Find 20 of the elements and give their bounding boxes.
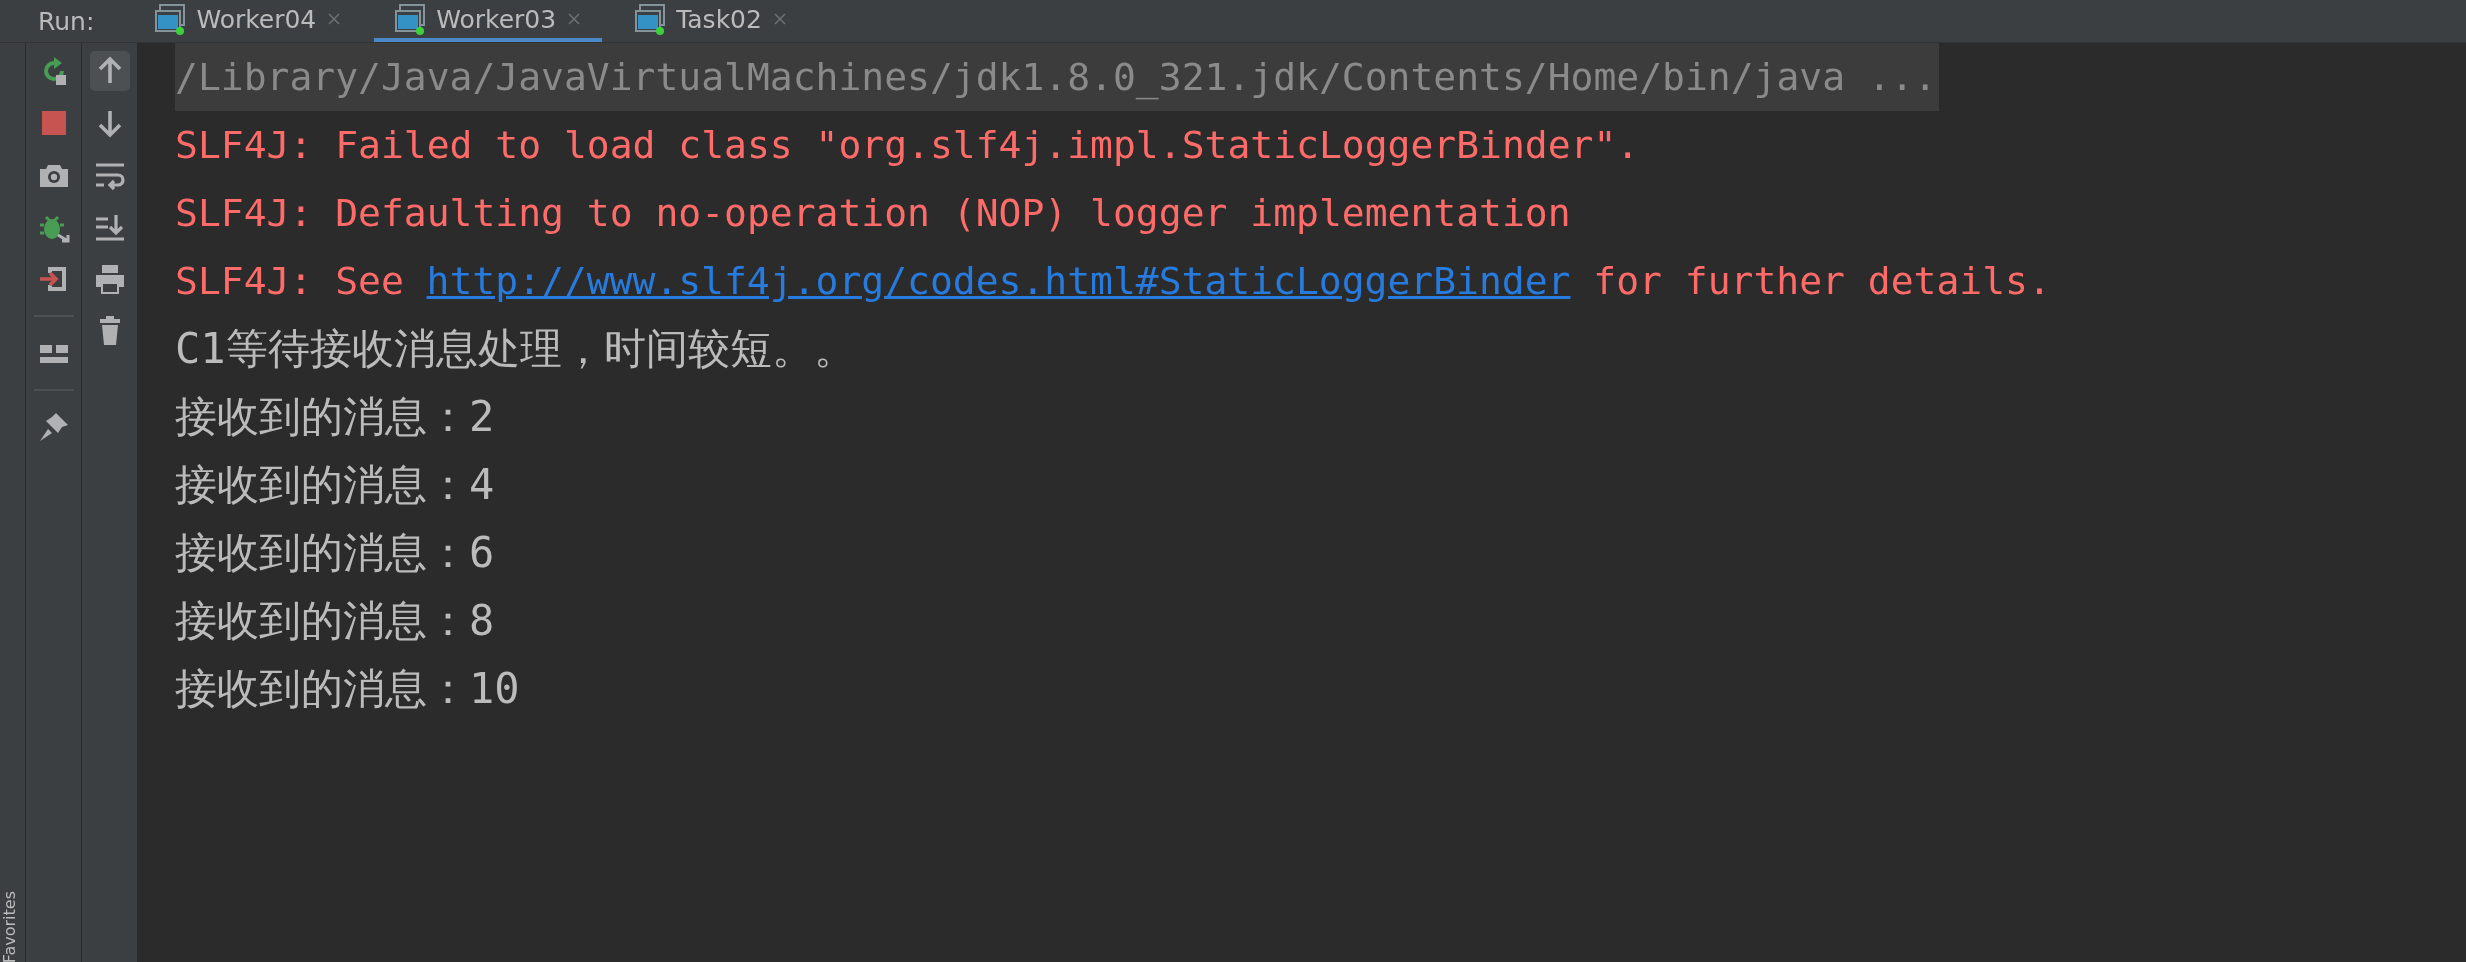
console-text: for further details.	[1593, 259, 2051, 303]
pin-icon[interactable]	[37, 411, 70, 443]
console-text: SLF4J: Defaulting to no-operation (NOP) logger implementation	[175, 191, 1571, 235]
print-icon[interactable]	[93, 263, 126, 295]
run-label: Run:	[38, 6, 95, 36]
window-icon	[154, 3, 187, 35]
console-text: /Library/Java/JavaVirtualMachines/jdk1.8.0_321.jdk/Contents/Home/bin/java ...	[175, 55, 1937, 99]
run-tab[interactable]: Worker04	[134, 0, 363, 42]
window-icon	[394, 3, 427, 35]
console-text: 接收到的消息：4	[175, 459, 495, 511]
console-text: SLF4J: See	[175, 259, 404, 303]
console-text: C1等待接收消息处理，时间较短。。	[175, 323, 856, 375]
run-tab[interactable]: Task02	[614, 0, 808, 42]
window-icon	[634, 3, 667, 35]
console-text: 接收到的消息：2	[175, 391, 495, 443]
console-text: 接收到的消息：6	[175, 527, 495, 579]
console-link[interactable]: http://www.slf4j.org/codes.html#StaticLoggerBinder	[426, 259, 1571, 303]
console-text: SLF4J: Failed to load class "org.slf4j.impl.StaticLoggerBinder".	[175, 123, 1640, 167]
console-text: 接收到的消息：10	[175, 663, 520, 715]
console-text: 接收到的消息：8	[175, 595, 495, 647]
